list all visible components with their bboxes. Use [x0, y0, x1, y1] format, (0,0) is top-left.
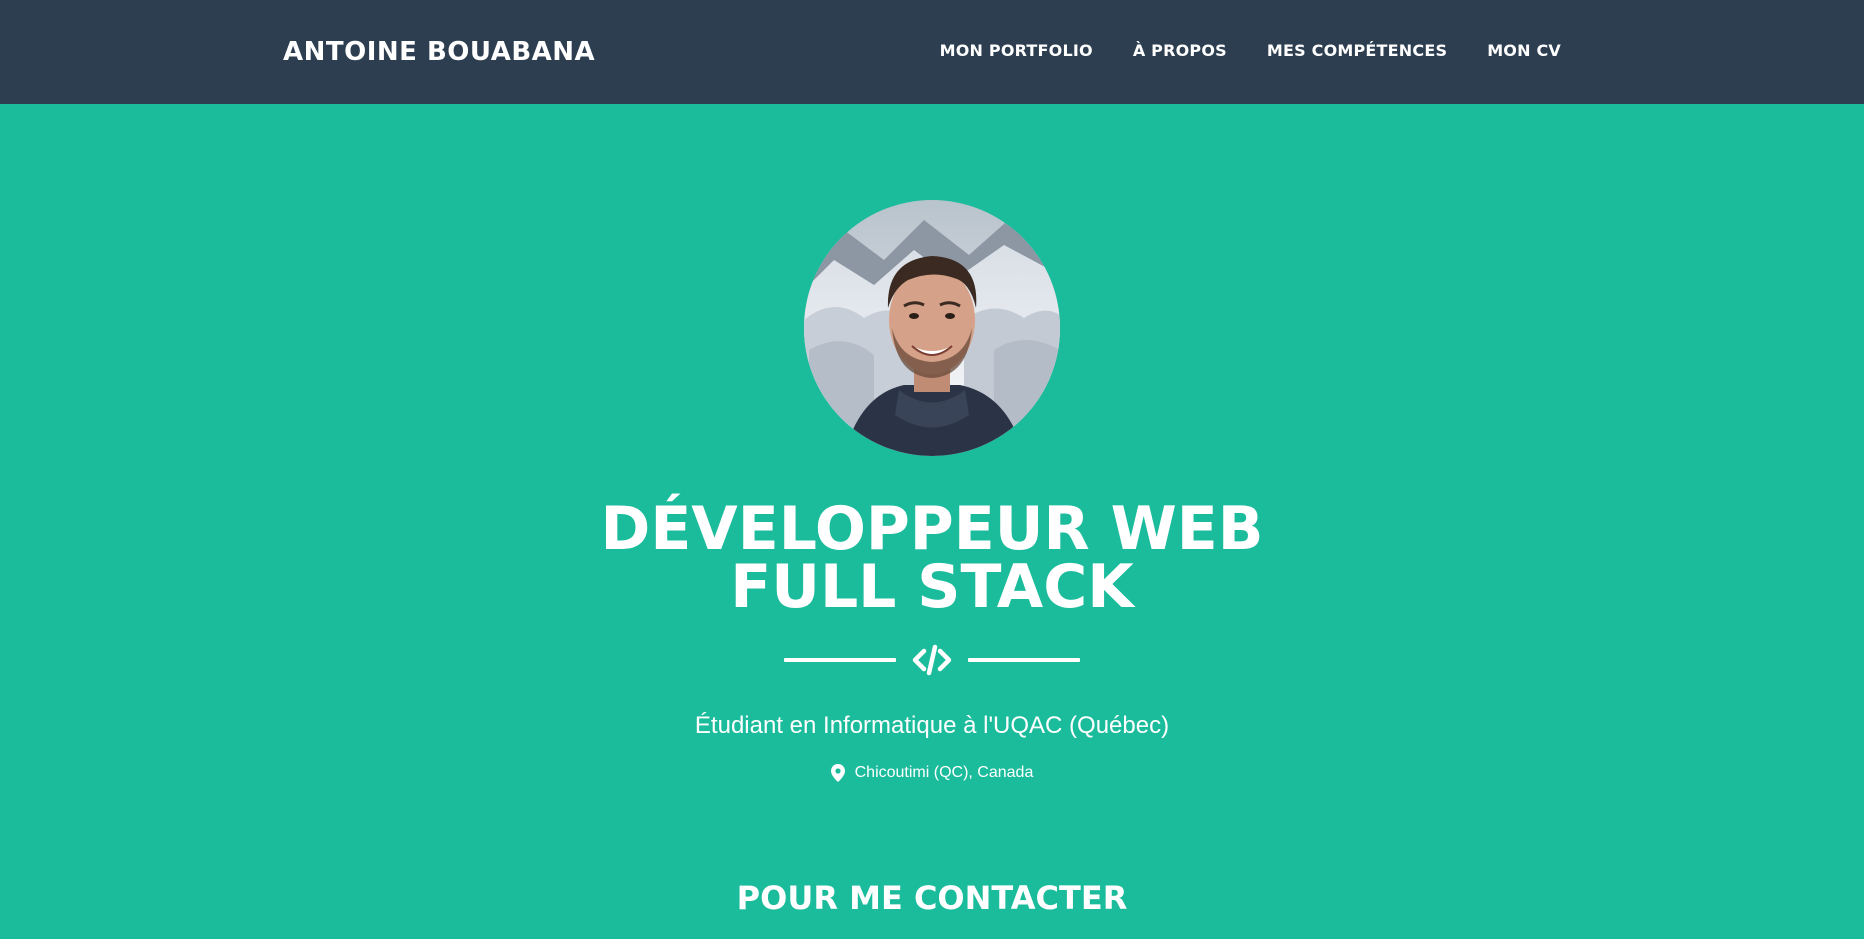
- code-icon: [912, 644, 952, 676]
- nav-item-cv: MON CV: [1487, 40, 1561, 62]
- nav-item-skills: MES COMPÉTENCES: [1267, 40, 1447, 62]
- nav-item-portfolio: MON PORTFOLIO: [940, 40, 1093, 62]
- nav-link-about[interactable]: À PROPOS: [1133, 41, 1227, 60]
- headline-line-1: DÉVELOPPEUR WEB: [600, 494, 1264, 564]
- brand-link[interactable]: ANTOINE BOUABANA: [283, 36, 595, 68]
- contact-title: POUR ME CONTACTER: [736, 879, 1128, 917]
- nav-link-cv[interactable]: MON CV: [1487, 41, 1561, 60]
- hero-subtitle: Étudiant en Informatique à l'UQAC (Québe…: [694, 712, 1170, 739]
- avatar-photo: [804, 200, 1060, 456]
- map-marker-icon: [830, 764, 845, 782]
- hero-headline: DÉVELOPPEUR WEB FULL STACK: [0, 494, 1864, 622]
- divider-line-left: [784, 658, 896, 662]
- nav-link-skills[interactable]: MES COMPÉTENCES: [1267, 41, 1447, 60]
- nav-item-about: À PROPOS: [1133, 40, 1227, 62]
- avatar: [804, 200, 1060, 456]
- navbar: ANTOINE BOUABANA MON PORTFOLIO À PROPOS …: [0, 0, 1864, 104]
- headline-line-2: FULL STACK: [730, 552, 1134, 622]
- divider: [784, 640, 1080, 680]
- nav-menu: MON PORTFOLIO À PROPOS MES COMPÉTENCES M…: [940, 40, 1561, 62]
- location-text: Chicoutimi (QC), Canada: [854, 764, 1034, 781]
- nav-link-portfolio[interactable]: MON PORTFOLIO: [940, 41, 1093, 60]
- divider-line-right: [968, 658, 1080, 662]
- location: Chicoutimi (QC), Canada: [0, 762, 1864, 784]
